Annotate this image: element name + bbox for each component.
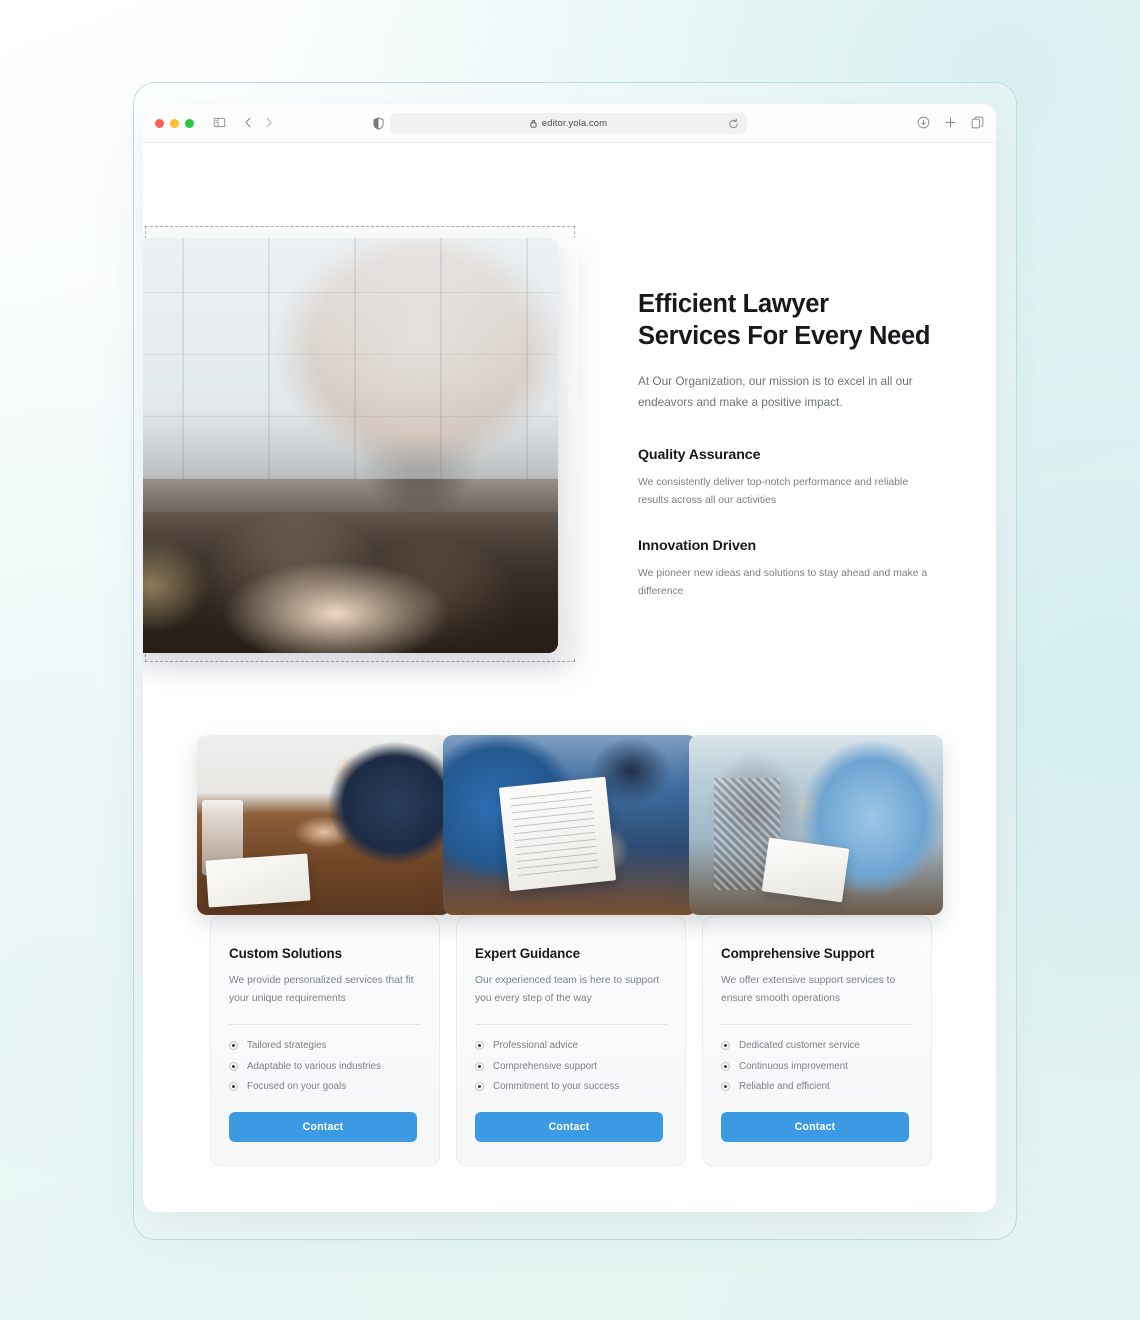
contact-button[interactable]: Contact [229, 1111, 417, 1142]
contact-button[interactable]: Contact [721, 1111, 909, 1142]
feature-block-innovation-driven: Innovation Driven We pioneer new ideas a… [638, 538, 938, 601]
card-image[interactable] [689, 735, 943, 915]
back-arrow-icon[interactable] [243, 116, 254, 129]
bullet-dot-icon [475, 1082, 484, 1092]
card-divider [229, 1024, 421, 1026]
list-item: Continuous improvement [721, 1061, 913, 1072]
minimize-window-button[interactable] [170, 119, 179, 128]
list-item: Professional advice [475, 1040, 667, 1051]
card-bullet-list: Professional advice Comprehensive suppor… [475, 1040, 667, 1092]
browser-toolbar: editor.yola.com [143, 104, 996, 143]
list-item-label: Reliable and efficient [739, 1081, 830, 1093]
card-divider [721, 1024, 913, 1026]
tab-overview-icon[interactable] [971, 116, 984, 134]
card-bullet-list: Tailored strategies Adaptable to various… [229, 1040, 421, 1092]
list-item-label: Commitment to your success [493, 1081, 620, 1093]
service-card-custom-solutions[interactable]: Custom Solutions We provide personalized… [197, 735, 451, 1166]
list-item-label: Professional advice [493, 1040, 578, 1052]
address-bar[interactable]: editor.yola.com [390, 113, 747, 134]
list-item: Comprehensive support [475, 1061, 667, 1072]
lawyer-signing-documents-photo [197, 735, 451, 915]
zoom-window-button[interactable] [185, 119, 194, 128]
close-window-button[interactable] [155, 119, 164, 128]
service-card-expert-guidance[interactable]: Expert Guidance Our experienced team is … [443, 735, 697, 1166]
card-content: Comprehensive Support We offer extensive… [702, 916, 932, 1166]
bullet-dot-icon [721, 1082, 730, 1092]
card-title: Custom Solutions [229, 946, 342, 961]
forward-arrow-icon[interactable] [263, 116, 274, 129]
contact-button[interactable]: Contact [475, 1111, 663, 1142]
download-icon[interactable] [917, 116, 930, 134]
card-description: We offer extensive support services to e… [721, 975, 896, 1004]
page-title: Efficient Lawyer Services For Every Need [638, 290, 931, 351]
list-item-label: Continuous improvement [739, 1060, 848, 1072]
card-content: Expert Guidance Our experienced team is … [456, 916, 686, 1166]
sidebar-toggle-icon[interactable] [213, 116, 226, 129]
list-item: Tailored strategies [229, 1040, 421, 1051]
feature-heading: Quality Assurance [638, 446, 761, 463]
list-item-label: Focused on your goals [247, 1081, 347, 1093]
toolbar-right-icons [917, 116, 984, 134]
website-canvas: Efficient Lawyer Services For Every Need… [143, 143, 996, 1212]
bullet-dot-icon [229, 1041, 238, 1051]
bullet-dot-icon [229, 1082, 238, 1092]
client-consultation-photo [689, 735, 943, 915]
list-item: Adaptable to various industries [229, 1061, 421, 1072]
lawyer-meeting-photo [143, 238, 558, 653]
bullet-dot-icon [475, 1061, 484, 1071]
list-item-label: Adaptable to various industries [247, 1060, 381, 1072]
lock-icon [530, 115, 537, 133]
bullet-dot-icon [475, 1041, 484, 1051]
card-title: Expert Guidance [475, 946, 580, 961]
list-item: Dedicated customer service [721, 1040, 913, 1051]
hero-subtitle: At Our Organization, our mission is to e… [638, 374, 913, 409]
feature-body: We pioneer new ideas and solutions to st… [638, 568, 928, 598]
bullet-dot-icon [721, 1061, 730, 1071]
plus-icon[interactable] [944, 116, 957, 134]
card-image[interactable] [443, 735, 697, 915]
list-item: Reliable and efficient [721, 1081, 913, 1092]
card-bullet-list: Dedicated customer service Continuous im… [721, 1040, 913, 1092]
bullet-dot-icon [229, 1061, 238, 1071]
hero-text-block: Efficient Lawyer Services For Every Need… [638, 288, 938, 602]
card-content: Custom Solutions We provide personalized… [210, 916, 440, 1166]
service-card-comprehensive-support[interactable]: Comprehensive Support We offer extensive… [689, 735, 943, 1166]
window-traffic-lights [155, 119, 194, 128]
bullet-dot-icon [721, 1041, 730, 1051]
list-item: Commitment to your success [475, 1081, 667, 1092]
handing-over-contract-photo [443, 735, 697, 915]
reload-icon[interactable] [728, 117, 739, 135]
list-item-label: Dedicated customer service [739, 1040, 860, 1052]
browser-window: editor.yola.com Efficient Lawyer Service… [143, 104, 996, 1212]
card-description: Our experienced team is here to support … [475, 975, 660, 1004]
hero-image[interactable] [143, 238, 558, 653]
privacy-shield-icon[interactable] [373, 117, 384, 130]
list-item-label: Comprehensive support [493, 1060, 598, 1072]
feature-block-quality-assurance: Quality Assurance We consistently delive… [638, 447, 938, 510]
service-cards-row: Custom Solutions We provide personalized… [197, 735, 943, 1166]
card-description: We provide personalized services that fi… [229, 975, 414, 1004]
card-title: Comprehensive Support [721, 946, 875, 961]
card-divider [475, 1024, 667, 1026]
list-item-label: Tailored strategies [247, 1040, 327, 1052]
list-item: Focused on your goals [229, 1081, 421, 1092]
feature-body: We consistently deliver top-notch perfor… [638, 476, 909, 507]
address-bar-url: editor.yola.com [541, 118, 608, 129]
card-image[interactable] [197, 735, 451, 915]
feature-heading: Innovation Driven [638, 538, 757, 555]
